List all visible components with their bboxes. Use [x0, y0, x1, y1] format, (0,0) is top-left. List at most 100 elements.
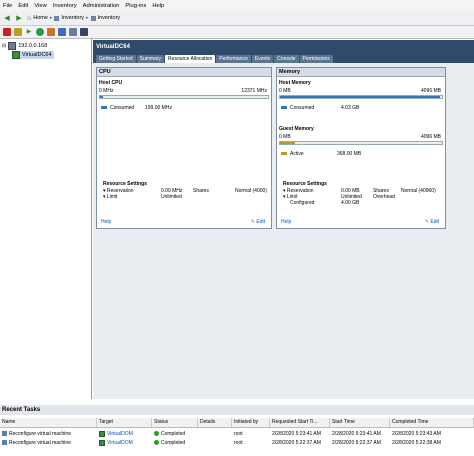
breadcrumb-home[interactable]: Home: [33, 15, 48, 21]
cpu-consumed-label: Consumed: [110, 105, 135, 111]
cpu-panel-header: CPU: [97, 68, 271, 77]
task-target-cell[interactable]: VirtualDOM: [97, 439, 133, 447]
tab-performance[interactable]: Performance: [216, 55, 251, 63]
task-requested-cell: 2/28/2020 5:22:37 AM: [272, 440, 321, 446]
tasks-column-header: Name Target Status Details Initiated by …: [0, 418, 474, 428]
cpu-panel: CPU Host CPU 0 MHz 12371 MHz Consumed 19…: [96, 67, 272, 229]
column-name[interactable]: Name: [0, 418, 97, 427]
stop-icon[interactable]: [3, 28, 11, 36]
inventory-icon: [54, 15, 60, 21]
cpu-consumed-value: 199.00 MHz: [145, 105, 172, 111]
menu-inventory[interactable]: Inventory: [50, 3, 80, 9]
consumed-legend-swatch: [101, 106, 107, 109]
memory-overhead-label: Overhead: [373, 194, 395, 200]
breadcrumb-inventory-2[interactable]: Inventory: [98, 15, 121, 21]
refresh-icon[interactable]: [36, 28, 44, 36]
menu-view[interactable]: View: [31, 3, 49, 9]
inventory-icon: [90, 15, 96, 21]
column-initiated-by[interactable]: Initiated by: [232, 418, 270, 427]
virtual-machine-icon: [12, 51, 20, 59]
memory-panel-header: Memory: [277, 68, 445, 77]
console-icon[interactable]: [80, 28, 88, 36]
snapshot-icon[interactable]: [47, 28, 55, 36]
manage-snapshots-icon[interactable]: [69, 28, 77, 36]
host-memory-section-title: Host Memory: [279, 80, 311, 86]
tab-resource-allocation[interactable]: Resource Allocation: [165, 55, 216, 63]
navigation-bar: ◀ ▶ ⌂ Home ▸ Inventory ▸ Inventory: [0, 11, 474, 26]
column-start-time[interactable]: Start Time: [330, 418, 390, 427]
host-memory-max-label: 4096 MB: [420, 88, 441, 94]
cpu-usage-fill: [100, 96, 103, 98]
breadcrumb: ⌂ Home ▸ Inventory ▸ Inventory: [27, 15, 120, 22]
menu-help[interactable]: Help: [149, 3, 167, 9]
task-start-cell: 2/28/2020 5:23:41 AM: [332, 431, 381, 437]
task-target-cell[interactable]: VirtualDOM: [97, 430, 133, 438]
task-name-cell: Reconfigure virtual machine: [0, 430, 71, 438]
toolbar: ▶: [0, 26, 474, 39]
host-cpu-section-title: Host CPU: [99, 80, 123, 86]
task-start-cell: 2/28/2020 5:22:37 AM: [332, 440, 381, 446]
cpu-shares-label: Shares: [193, 188, 209, 194]
home-icon[interactable]: ⌂: [27, 15, 31, 22]
virtual-machine-icon: [99, 439, 105, 446]
tab-getting-started[interactable]: Getting Started: [96, 55, 136, 63]
inventory-tree: ⊟ 192.0.0.168 VirtualDC64: [0, 39, 92, 399]
breadcrumb-inventory[interactable]: Inventory: [61, 15, 84, 21]
cpu-min-label: 0 MHz: [99, 88, 114, 94]
memory-edit-link[interactable]: ✎ Edit: [425, 219, 439, 225]
menu-administration[interactable]: Administration: [80, 3, 123, 9]
memory-active-value: 368.00 MB: [337, 151, 362, 157]
task-icon: [2, 431, 7, 437]
tree-host-node[interactable]: ⊟ 192.0.0.168: [2, 42, 47, 50]
page-title: VirtualDC64: [93, 40, 474, 54]
task-completed-cell: 2/28/2020 5:23:43 AM: [392, 431, 441, 437]
forward-icon[interactable]: ▶: [14, 13, 24, 23]
revert-icon[interactable]: [58, 28, 66, 36]
tree-vm-node[interactable]: VirtualDC64: [12, 51, 54, 59]
table-row[interactable]: Reconfigure virtual machine VirtualDOM C…: [0, 439, 474, 447]
table-row[interactable]: Reconfigure virtual machine VirtualDOM C…: [0, 430, 474, 438]
memory-active-label: Active: [290, 151, 304, 157]
tree-host-label: 192.0.0.168: [18, 43, 48, 49]
tab-bar: Getting Started Summary Resource Allocat…: [93, 54, 474, 63]
column-requested-start[interactable]: Requested Start Ti...: [270, 418, 330, 427]
menu-file[interactable]: File: [0, 3, 15, 9]
task-requested-cell: 2/28/2020 5:23:41 AM: [272, 431, 321, 437]
host-memory-min-label: 0 MB: [279, 88, 291, 94]
column-status[interactable]: Status: [152, 418, 198, 427]
cpu-resource-settings-title: Resource Settings: [103, 181, 147, 187]
tab-console[interactable]: Console: [274, 55, 299, 63]
cpu-limit-value: Unlimited: [161, 194, 182, 200]
tab-summary[interactable]: Summary: [136, 55, 165, 63]
task-name-cell: Reconfigure virtual machine: [0, 439, 71, 447]
column-completed-time[interactable]: Completed Time: [390, 418, 474, 427]
memory-consumed-label: Consumed: [290, 105, 315, 111]
check-icon: [154, 440, 159, 446]
menu-edit[interactable]: Edit: [15, 3, 31, 9]
play-icon[interactable]: ▶: [25, 28, 33, 36]
pause-icon[interactable]: [14, 28, 22, 36]
chevron-right-icon: ▸: [49, 15, 53, 21]
check-icon: [154, 431, 159, 437]
column-details[interactable]: Details: [198, 418, 232, 427]
tree-vm-label: VirtualDC64: [22, 52, 52, 58]
host-icon: [8, 42, 17, 50]
cpu-edit-link[interactable]: ✎ Edit: [251, 219, 265, 225]
task-status-cell: Completed: [152, 430, 185, 438]
menu-plugins[interactable]: Plug-ins: [122, 3, 149, 9]
memory-resource-settings-title: Resource Settings: [283, 181, 327, 187]
collapse-icon[interactable]: ⊟: [2, 43, 6, 49]
task-initiated-cell: root: [234, 431, 243, 437]
task-completed-cell: 2/28/2020 5:22:38 AM: [392, 440, 441, 446]
task-icon: [2, 440, 7, 446]
tab-events[interactable]: Events: [251, 55, 274, 63]
memory-help-link[interactable]: Help: [281, 219, 291, 225]
memory-shares-value: Normal (40960): [401, 188, 436, 194]
active-legend-swatch: [281, 152, 287, 155]
host-memory-fill: [280, 96, 441, 98]
cpu-help-link[interactable]: Help: [101, 219, 111, 225]
back-icon[interactable]: ◀: [2, 13, 12, 23]
tab-permissions[interactable]: Permissions: [299, 55, 333, 63]
memory-configured-label: Configured: [290, 200, 315, 206]
column-target[interactable]: Target: [97, 418, 152, 427]
